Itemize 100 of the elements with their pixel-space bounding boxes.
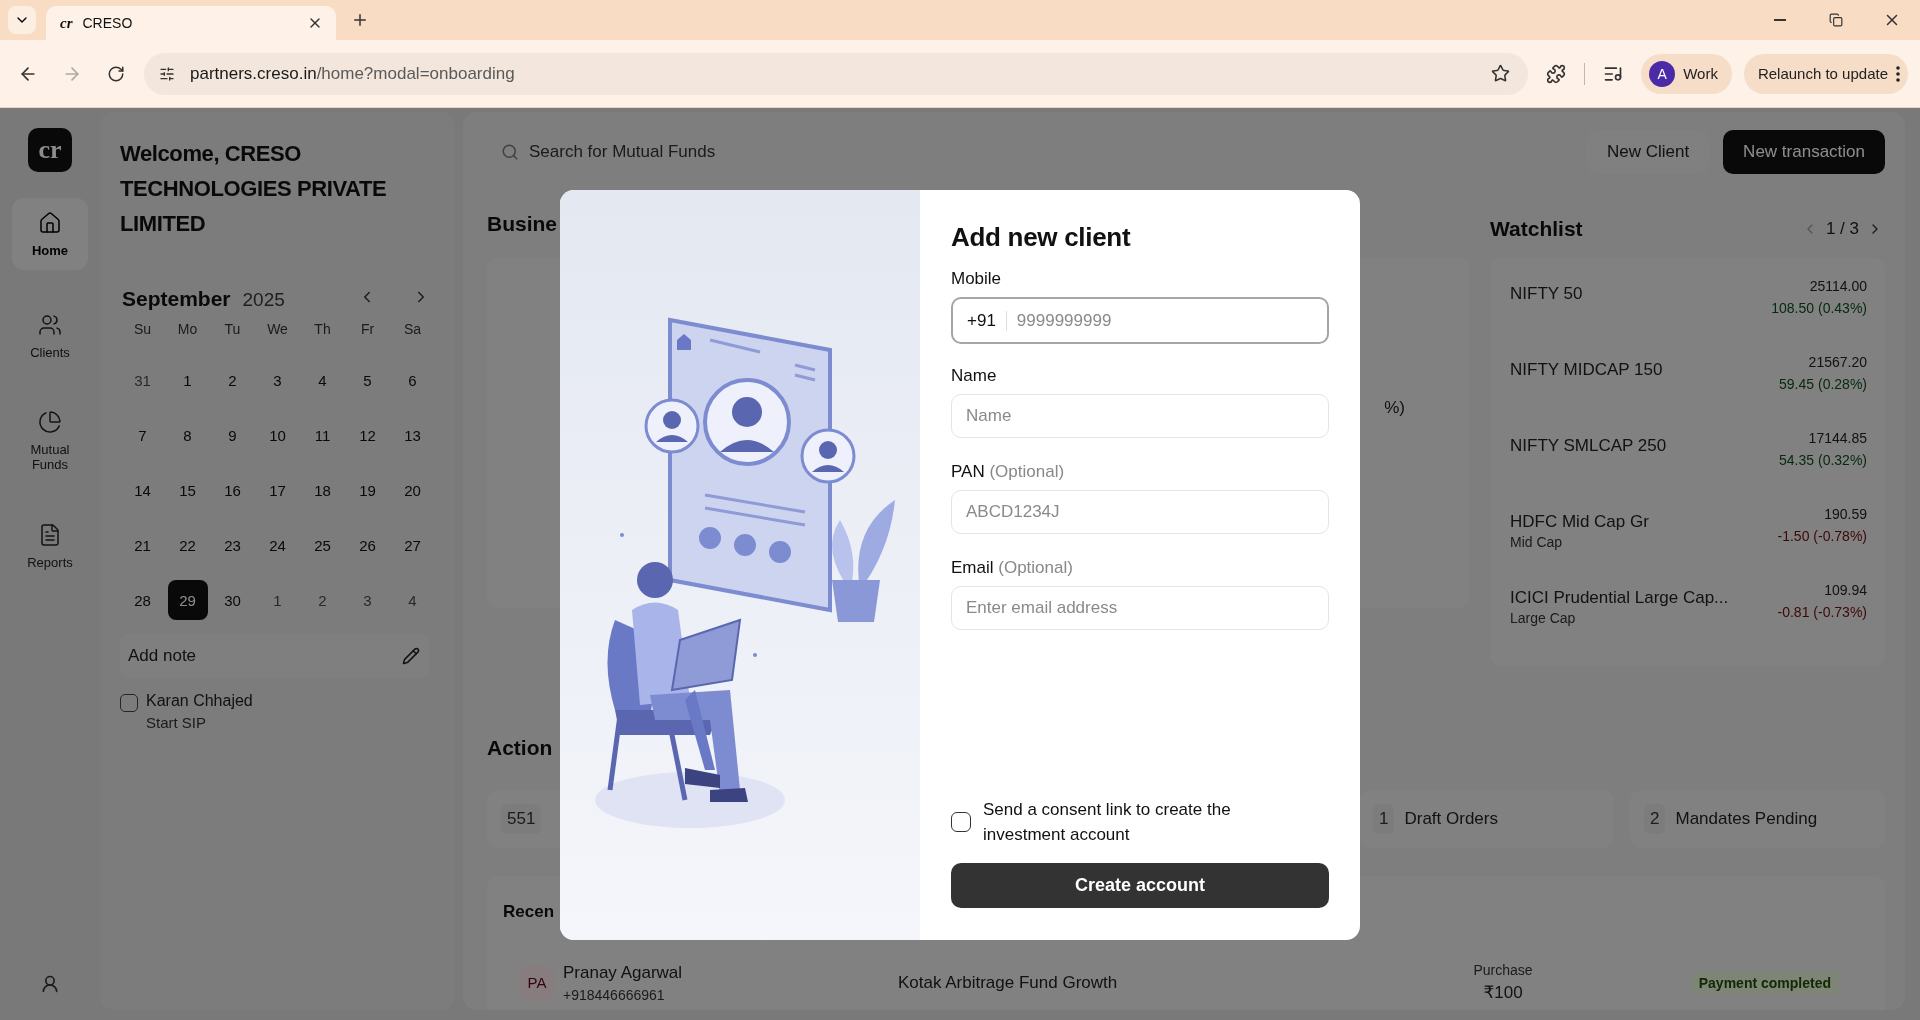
- calendar-day[interactable]: 1: [257, 580, 298, 620]
- calendar-day[interactable]: 6: [392, 360, 433, 400]
- calendar-day[interactable]: 12: [347, 415, 388, 455]
- action-label: Mandates Pending: [1675, 809, 1818, 829]
- weekday-label: Mo: [177, 321, 198, 337]
- restore-icon: [1829, 13, 1843, 27]
- watchlist-category: Mid Cap: [1510, 534, 1564, 550]
- calendar-day[interactable]: 19: [347, 470, 388, 510]
- calendar-day[interactable]: 21: [122, 525, 163, 565]
- tab-title: CRESO: [82, 15, 134, 31]
- pencil-icon: [402, 647, 420, 665]
- calendar-day[interactable]: 2: [212, 360, 253, 400]
- watchlist-change: -1.50 (-0.78%): [1777, 528, 1867, 544]
- task-client-name: Karan Chhajed: [146, 692, 253, 710]
- relaunch-button[interactable]: Relaunch to update: [1743, 53, 1908, 94]
- task-detail: Start SIP: [146, 714, 208, 731]
- calendar-day[interactable]: 3: [257, 360, 298, 400]
- calendar-day[interactable]: 13: [392, 415, 433, 455]
- client-initials-avatar: PA: [519, 964, 555, 1001]
- calendar-day[interactable]: 31: [122, 360, 163, 400]
- watchlist-change: 54.35 (0.32%): [1779, 452, 1867, 468]
- transaction-type: Purchase: [1473, 962, 1533, 978]
- address-bar[interactable]: partners.creso.in/home?modal=onboarding: [144, 52, 1529, 95]
- watchlist-name: NIFTY MIDCAP 150: [1510, 360, 1663, 380]
- calendar-day[interactable]: 15: [167, 470, 208, 510]
- calendar-day[interactable]: 30: [212, 580, 253, 620]
- country-code: +91: [967, 310, 996, 331]
- field-label: Email (Optional): [951, 558, 1074, 578]
- calendar-day[interactable]: 7: [122, 415, 163, 455]
- nav-item[interactable]: Home: [12, 198, 88, 270]
- calendar-day[interactable]: 27: [392, 525, 433, 565]
- tab-favicon: cr: [60, 14, 73, 32]
- text-input[interactable]: Enter email address: [966, 598, 1314, 618]
- input-field[interactable]: Enter email address: [951, 586, 1329, 630]
- calendar-day[interactable]: 25: [302, 525, 343, 565]
- task-checkbox[interactable]: [120, 694, 138, 712]
- calendar-day[interactable]: 3: [347, 580, 388, 620]
- search-icon: [501, 143, 519, 161]
- calendar-day[interactable]: 28: [122, 580, 163, 620]
- watchlist-change: 108.50 (0.43%): [1771, 300, 1867, 316]
- welcome-heading: Welcome, CRESO TECHNOLOGIES PRIVATE LIMITED: [120, 140, 388, 238]
- consent-checkbox[interactable]: [951, 812, 971, 832]
- puzzle-icon: [1546, 63, 1567, 84]
- minimize-icon: [1774, 19, 1786, 21]
- calendar-day[interactable]: 8: [167, 415, 208, 455]
- text-input[interactable]: Name: [966, 406, 1314, 426]
- calendar-day[interactable]: 4: [392, 580, 433, 620]
- business-value-text: %): [1384, 398, 1405, 419]
- calendar-day[interactable]: 4: [302, 360, 343, 400]
- calendar-day[interactable]: 24: [257, 525, 298, 565]
- calendar-day[interactable]: 22: [167, 525, 208, 565]
- input-field[interactable]: +91 9999999999: [951, 297, 1329, 344]
- calendar-day[interactable]: 11: [302, 415, 343, 455]
- calendar-day[interactable]: 10: [257, 415, 298, 455]
- search-field[interactable]: Search for Mutual Funds: [487, 142, 1573, 162]
- calendar-day[interactable]: 1: [167, 360, 208, 400]
- app-logo[interactable]: cr: [28, 128, 72, 172]
- calendar-day[interactable]: 5: [347, 360, 388, 400]
- weekday-label: Sa: [403, 321, 422, 337]
- watchlist-name: NIFTY SMLCAP 250: [1510, 436, 1667, 456]
- weekday-label: We: [267, 321, 288, 337]
- field-label: Mobile: [951, 269, 1003, 289]
- section-heading: Busine: [487, 212, 557, 237]
- watchlist-category: Large Cap: [1510, 610, 1577, 626]
- create-account-button[interactable]: Create account: [951, 863, 1329, 908]
- calendar-day[interactable]: 9: [212, 415, 253, 455]
- calendar-day[interactable]: 2: [302, 580, 343, 620]
- calendar-day[interactable]: 16: [212, 470, 253, 510]
- nav-item[interactable]: Reports: [12, 510, 88, 582]
- calendar-day[interactable]: 14: [122, 470, 163, 510]
- client-phone: +918446666961: [563, 986, 666, 1003]
- sliders-icon: [159, 65, 175, 82]
- calendar-day[interactable]: 29: [167, 580, 208, 620]
- home-icon: [38, 210, 62, 235]
- plus-icon: [351, 11, 369, 29]
- phone-number-input[interactable]: 9999999999: [1016, 310, 1313, 331]
- calendar-day[interactable]: 20: [392, 470, 433, 510]
- weekday-label: Th: [314, 321, 331, 337]
- client-name: Pranay Agarwal: [563, 962, 684, 983]
- transaction-amount: ₹100: [1483, 982, 1523, 1003]
- nav-item[interactable]: Mutual Funds: [12, 402, 88, 480]
- calendar-day[interactable]: 26: [347, 525, 388, 565]
- new-transaction-button[interactable]: New transaction: [1723, 130, 1885, 174]
- dialog-title: Add new client: [951, 222, 1132, 253]
- reload-icon: [107, 64, 125, 83]
- profile-button[interactable]: A Work: [1641, 53, 1732, 94]
- calendar-day[interactable]: 23: [212, 525, 253, 565]
- field-label: PAN (Optional): [951, 462, 1066, 482]
- input-field[interactable]: ABCD1234J: [951, 490, 1329, 534]
- browser-tab[interactable]: cr CRESO: [46, 6, 336, 40]
- input-field[interactable]: Name: [951, 394, 1329, 438]
- action-count: 2: [1644, 804, 1666, 834]
- calendar-day[interactable]: 18: [302, 470, 343, 510]
- text-input[interactable]: ABCD1234J: [966, 502, 1314, 522]
- calendar-day[interactable]: 17: [257, 470, 298, 510]
- nav-item[interactable]: Clients: [12, 300, 88, 372]
- url-text: partners.creso.in/home?modal=onboarding: [190, 63, 516, 84]
- tab-search-button[interactable]: [8, 6, 36, 34]
- pie-chart-icon: [38, 410, 62, 434]
- calendar-year: 2025: [242, 289, 286, 311]
